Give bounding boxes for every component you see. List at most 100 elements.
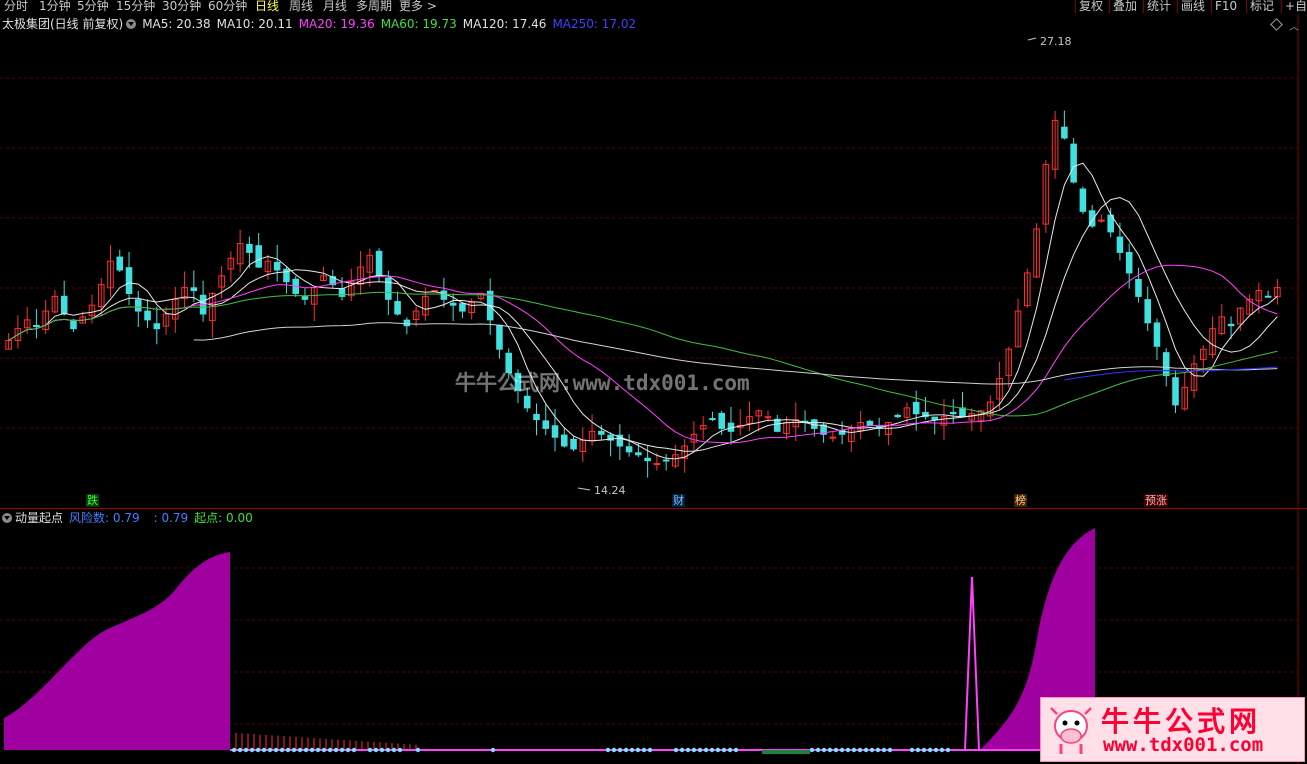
signal-dot [623, 747, 629, 753]
signal-dot [237, 747, 243, 753]
signal-dot [691, 747, 697, 753]
candle-body [533, 414, 540, 421]
candle-body [440, 290, 448, 300]
signal-dot [249, 747, 255, 753]
candle-body [1135, 279, 1142, 297]
signal-dot [827, 747, 833, 753]
signal-dot [641, 747, 647, 753]
pane-divider[interactable] [0, 508, 1307, 509]
candle-body [774, 418, 781, 432]
candle-body [1125, 251, 1133, 274]
candle-body [153, 323, 161, 330]
candle-body [1172, 377, 1179, 406]
signal-dot [833, 747, 839, 753]
logo-url: www.tdx001.com [1103, 734, 1264, 756]
signal-dot [933, 747, 939, 753]
candle-body [561, 434, 568, 447]
ma10-label: MA10: 20.11 [216, 17, 293, 31]
candle-body [912, 401, 920, 415]
ma60-label: MA60: 19.73 [380, 17, 457, 31]
signal-dot [629, 747, 635, 753]
chevron-down-icon[interactable] [126, 19, 137, 29]
candle-body [1227, 323, 1235, 327]
candle-body [866, 420, 874, 426]
signal-dot [273, 747, 279, 753]
candle-body [718, 412, 725, 429]
risk-value: 风险数: 0.79 [69, 511, 140, 525]
signal-dot [367, 747, 373, 753]
candle-body [644, 457, 651, 462]
candle-body [375, 250, 383, 277]
ma20-label: MA20: 19.36 [298, 17, 375, 31]
ma5-line [8, 162, 1278, 460]
candle-body [894, 414, 901, 418]
signal-dot [635, 747, 641, 753]
candle-body [1153, 322, 1161, 347]
signal-dot [617, 747, 623, 753]
cow-logo-icon [1050, 707, 1092, 754]
start-value: 起点: 0.00 [194, 511, 253, 525]
signal-dot [379, 747, 385, 753]
signal-dot [839, 747, 845, 753]
candle-body [1144, 299, 1151, 324]
signal-dot [415, 747, 421, 753]
signal-dot [727, 747, 733, 753]
risk-value-2: : 0.79 [153, 511, 189, 525]
event-marker-cai[interactable]: 财 [672, 494, 685, 507]
ma5-label: MA5: 20.38 [142, 17, 211, 31]
event-marker-yuzhang[interactable]: 预涨 [1144, 494, 1168, 507]
candle-body [1061, 126, 1068, 139]
signal-dot [815, 747, 821, 753]
candle-body [496, 324, 503, 350]
signal-dot [851, 747, 857, 753]
indicator-legend: 动量起点 风险数: 0.79 : 0.79 起点: 0.00 [2, 511, 253, 525]
stock-title[interactable]: 太极集团(日线 前复权) [2, 17, 123, 31]
candle-body [1079, 188, 1087, 212]
candle-body [70, 319, 77, 330]
candle-body [709, 418, 716, 421]
candle-body [125, 267, 133, 294]
signal-dot [845, 747, 851, 753]
candle-body [273, 261, 281, 271]
signal-dot [857, 747, 863, 753]
candle-body [190, 287, 198, 292]
signal-dot [490, 747, 496, 753]
signal-dot [909, 747, 915, 753]
signal-dot [721, 747, 727, 753]
candle-body [598, 430, 605, 435]
candle-body [403, 319, 411, 327]
signal-dot [297, 747, 303, 753]
event-marker-bang[interactable]: 榜 [1014, 494, 1027, 507]
ma250-label: MA250: 17.02 [552, 17, 637, 31]
candle-body [1070, 143, 1077, 183]
candle-body [662, 459, 670, 462]
signal-dot [605, 747, 611, 753]
signal-dot [315, 747, 321, 753]
signal-dot [243, 747, 249, 753]
chevron-down-icon[interactable] [2, 513, 12, 523]
candle-body [1162, 352, 1170, 377]
signal-dot [321, 747, 327, 753]
signal-dot [397, 747, 403, 753]
chevron-up-icon[interactable]: ︿ [1289, 18, 1299, 33]
candle-body [459, 303, 466, 312]
candle-body [449, 302, 457, 306]
candle-body [255, 245, 262, 268]
signal-dot [715, 747, 721, 753]
signal-dot [339, 747, 345, 753]
signal-dot [285, 747, 291, 753]
signal-dot [327, 747, 333, 753]
low-price-label: 14.24 [594, 484, 626, 497]
indicator-name[interactable]: 动量起点 [15, 511, 63, 525]
ma60-line [8, 291, 1278, 417]
ma10-line [8, 196, 1278, 452]
candle-body [246, 243, 253, 253]
event-marker-die[interactable]: 跌 [86, 494, 99, 507]
signal-dot [333, 747, 339, 753]
candle-body [135, 299, 142, 312]
signal-dot [373, 747, 379, 753]
candle-body [144, 310, 151, 321]
candle-body [116, 256, 124, 271]
signal-dot [351, 747, 357, 753]
candle-body [33, 325, 40, 328]
